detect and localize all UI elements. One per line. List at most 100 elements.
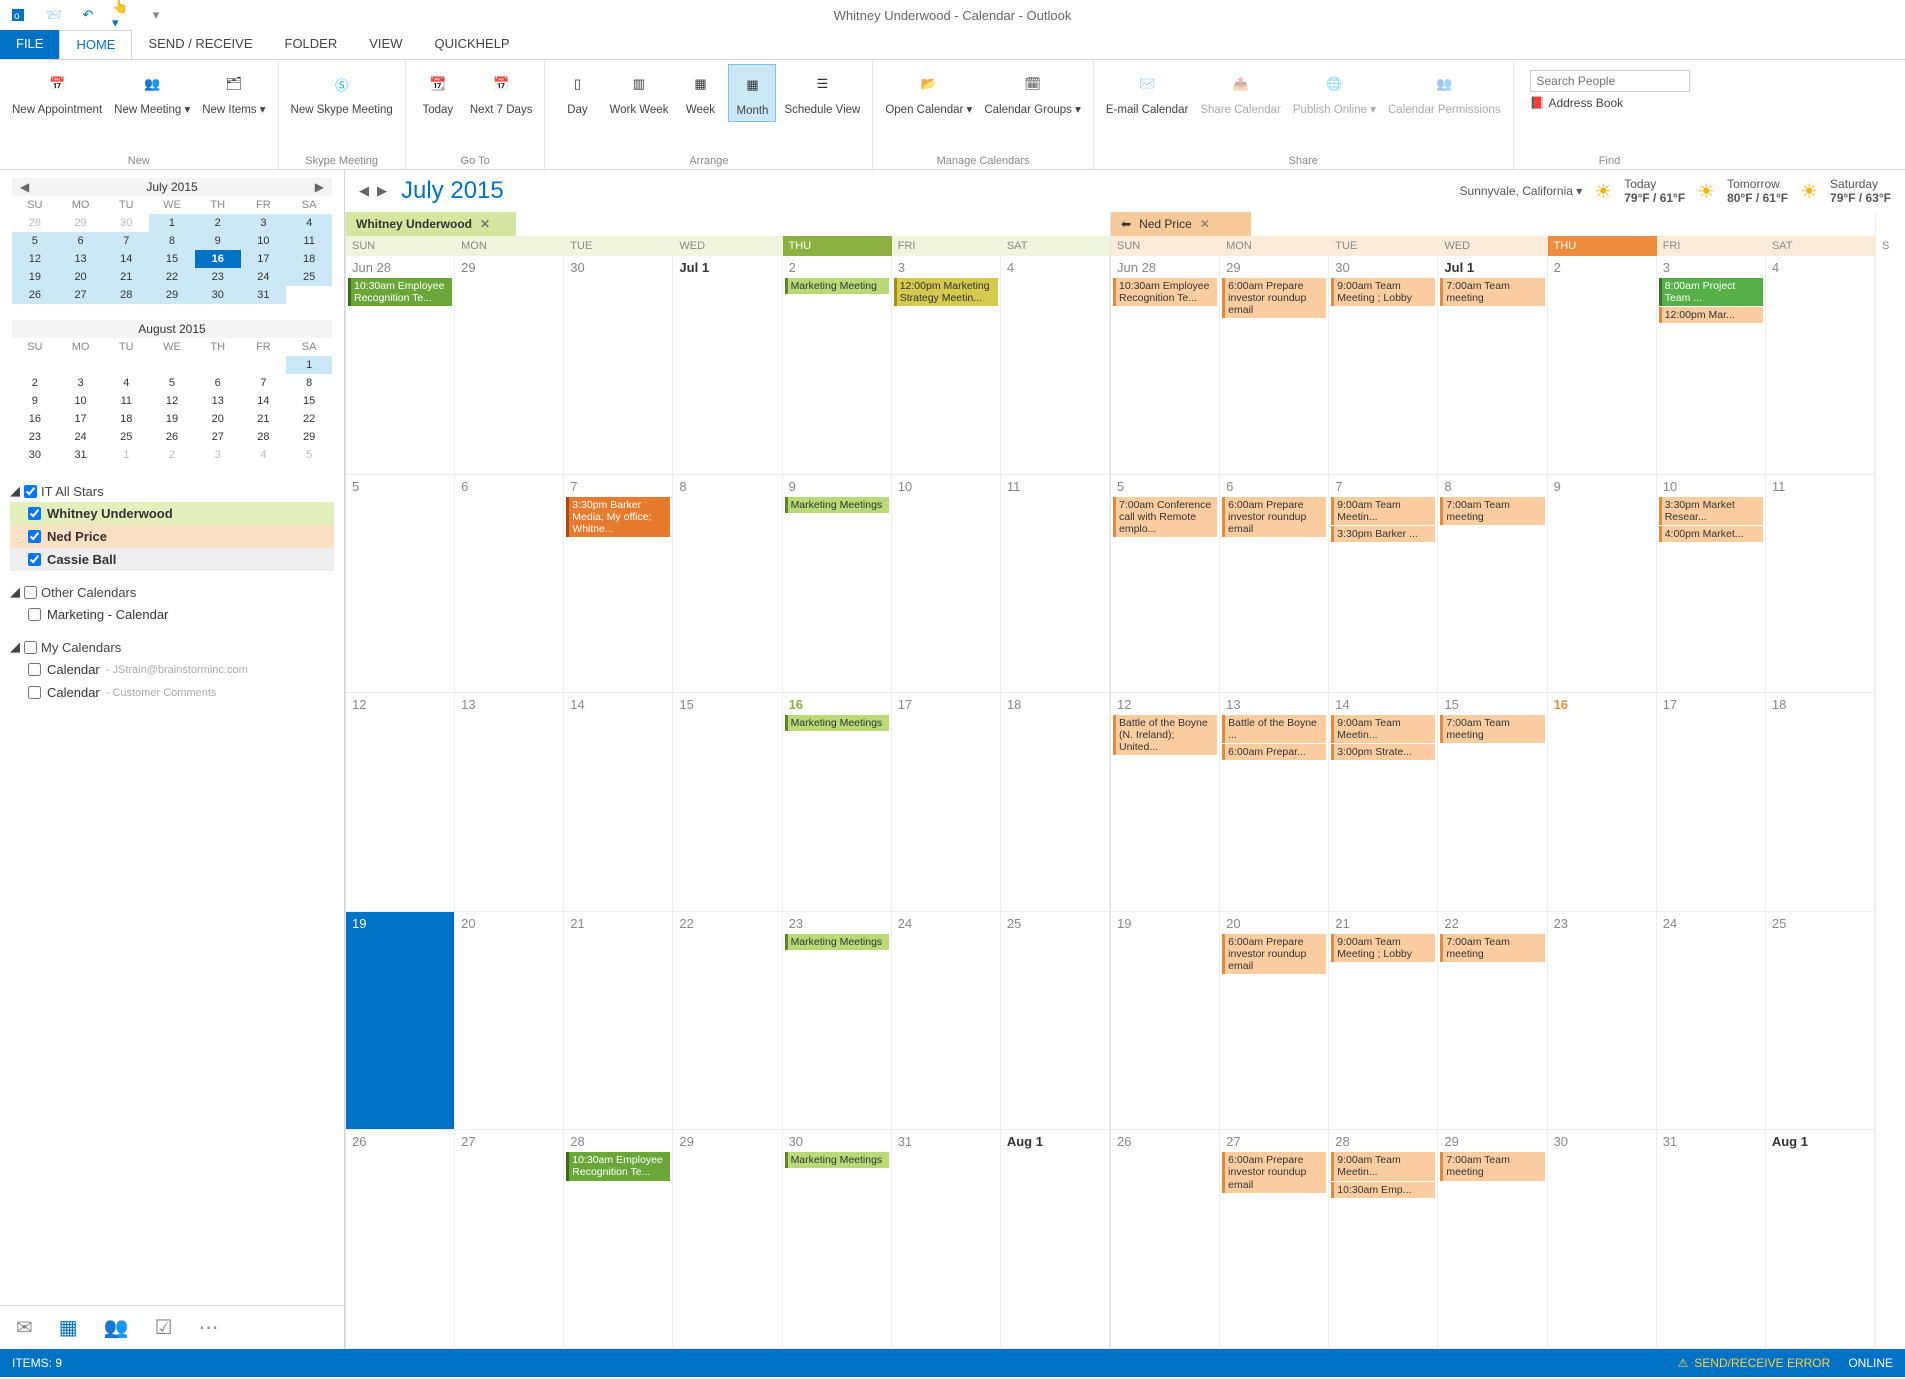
minical-day[interactable]: 18 [286,250,332,268]
minical-day[interactable]: 20 [195,410,241,428]
calendar-cell[interactable]: 29 [455,256,564,475]
minical-day[interactable]: 30 [195,286,241,304]
calendar-cell[interactable]: 12Battle of the Boyne (N. Ireland); Unit… [1111,693,1220,912]
minical-day[interactable]: 17 [241,250,287,268]
minical-day[interactable]: 22 [149,268,195,286]
minical-day[interactable]: 30 [12,446,58,464]
mail-icon[interactable]: ✉ [16,1315,33,1340]
more-icon[interactable]: ⋯ [199,1315,219,1340]
minical-day[interactable]: 1 [149,214,195,232]
calendar-event[interactable]: 3:30pm Barker ... [1331,526,1435,542]
close-icon[interactable]: ✕ [1200,217,1210,231]
minical-day[interactable]: 9 [12,392,58,410]
minical-day[interactable]: 4 [286,214,332,232]
calendar-event[interactable]: 3:30pm Market Resear... [1659,497,1763,525]
minical-day[interactable]: 28 [12,214,58,232]
calendar-event[interactable]: 4:00pm Market... [1659,526,1763,542]
minical-next-icon[interactable]: ▶ [311,180,328,194]
calendar-cell[interactable]: 23Marketing Meetings [783,912,892,1131]
calendar-cell[interactable]: 149:00am Team Meetin...3:00pm Strate... [1329,693,1438,912]
calendar-cell[interactable]: 13 [455,693,564,912]
minical-day[interactable]: 3 [195,446,241,464]
send-receive-error[interactable]: ⚠SEND/RECEIVE ERROR [1678,1356,1831,1370]
tab-folder[interactable]: FOLDER [269,30,354,59]
back-arrow-icon[interactable]: ⬅ [1121,217,1131,231]
calendar-cell[interactable]: 2 [1548,256,1657,475]
minical-day[interactable]: 18 [103,410,149,428]
minical-day[interactable]: 7 [241,374,287,392]
calendar-cell[interactable]: 29 [673,1130,782,1349]
calendar-cell[interactable]: 19 [346,912,455,1131]
email-calendar-button[interactable]: ✉️E-mail Calendar [1102,64,1192,120]
minical-day[interactable]: 28 [241,428,287,446]
calendar-event[interactable]: 3:30pm Barker Media; My office; Whitne..… [566,497,670,537]
minical-day[interactable]: 2 [149,446,195,464]
minical-day[interactable]: 24 [58,428,104,446]
calendar-permissions-button[interactable]: 👥Calendar Permissions [1384,64,1505,120]
minical-day[interactable]: 5 [286,446,332,464]
calendar-cell[interactable]: Jul 1 [673,256,782,475]
share-calendar-button[interactable]: 📤Share Calendar [1196,64,1285,120]
calendar-event[interactable]: 10:30am Employee Recognition Te... [1113,278,1217,306]
minical-day[interactable]: 9 [195,232,241,250]
touch-mode-icon[interactable]: 👆▾ [112,5,132,25]
publish-online-button[interactable]: 🌐Publish Online ▾ [1289,64,1380,120]
calendar-cell[interactable]: 309:00am Team Meeting ; Lobby [1329,256,1438,475]
minical-day[interactable]: 23 [195,268,241,286]
calendar-event[interactable]: 3:00pm Strate... [1331,744,1435,760]
calendar-cell[interactable]: 219:00am Team Meeting ; Lobby [1329,912,1438,1131]
minical-day[interactable]: 2 [12,374,58,392]
group-my-calendars[interactable]: ◢ My Calendars [10,636,334,658]
month-view-button[interactable]: ▦Month [728,64,776,122]
minical-day[interactable]: 24 [241,268,287,286]
qat-customize-icon[interactable]: ▾ [146,5,166,25]
minical-day[interactable]: 20 [58,268,104,286]
minical-day[interactable]: 15 [149,250,195,268]
calendar-cell[interactable]: 9Marketing Meetings [783,475,892,694]
calendar-jstrain[interactable]: Calendar - JStrain@brainstorminc.com [10,658,334,681]
calendar-cell[interactable]: 24 [1657,912,1766,1131]
close-icon[interactable]: ✕ [480,217,490,231]
tab-view[interactable]: VIEW [353,30,418,59]
calendar-event[interactable]: Marketing Meetings [785,497,889,513]
calendar-cell[interactable]: 206:00am Prepare investor roundup email [1220,912,1329,1131]
calendar-cell[interactable]: 31 [892,1130,1001,1349]
calendar-cell[interactable]: 9 [1548,475,1657,694]
calendar-cell[interactable]: 21 [564,912,673,1131]
address-book-button[interactable]: 📕Address Book [1530,96,1690,110]
calendar-cell[interactable]: 31 [1657,1130,1766,1349]
calendar-cell[interactable]: 20 [455,912,564,1131]
minical-day[interactable]: 21 [103,268,149,286]
calendar-event[interactable]: 6:00am Prepare investor roundup email [1222,278,1326,318]
new-skype-meeting-button[interactable]: ⓈNew Skype Meeting [287,64,397,120]
minical-day[interactable]: 16 [195,250,241,268]
minical-day[interactable]: 21 [241,410,287,428]
calendar-cell[interactable]: Jun 2810:30am Employee Recognition Te... [1111,256,1220,475]
minical-day[interactable] [103,356,149,374]
cal-next-icon[interactable]: ▶ [377,183,387,199]
search-people-input[interactable] [1530,70,1690,92]
minical-day[interactable] [286,286,332,304]
new-items-button[interactable]: 🗂New Items ▾ [198,64,269,120]
calendar-cell[interactable]: 27 [455,1130,564,1349]
schedule-view-button[interactable]: ☰Schedule View [780,64,864,122]
calendar-cell[interactable]: 8 [673,475,782,694]
minical-day[interactable]: 7 [103,232,149,250]
calendar-cell[interactable]: 73:30pm Barker Media; My office; Whitne.… [564,475,673,694]
minical-day[interactable]: 6 [58,232,104,250]
minical-day[interactable]: 3 [58,374,104,392]
calendar-event[interactable]: 8:00am Project Team ... [1659,278,1763,306]
workweek-view-button[interactable]: ▥Work Week [605,64,672,122]
calendar-event[interactable]: 10:30am Emp... [1331,1182,1435,1198]
minical-day[interactable]: 14 [241,392,287,410]
open-calendar-button[interactable]: 📂Open Calendar ▾ [881,64,976,120]
calendar-cell[interactable]: 23 [1548,912,1657,1131]
calendar-ned[interactable]: Ned Price [10,525,334,548]
calendar-whitney[interactable]: Whitney Underwood [10,502,334,525]
calendar-event[interactable]: 9:00am Team Meetin... [1331,715,1435,743]
minical-day[interactable]: 29 [286,428,332,446]
calendar-cell[interactable]: 17 [892,693,1001,912]
day-view-button[interactable]: ▯Day [553,64,601,122]
calendar-cell[interactable]: 6 [455,475,564,694]
calendar-cell[interactable]: 4 [1766,256,1875,475]
